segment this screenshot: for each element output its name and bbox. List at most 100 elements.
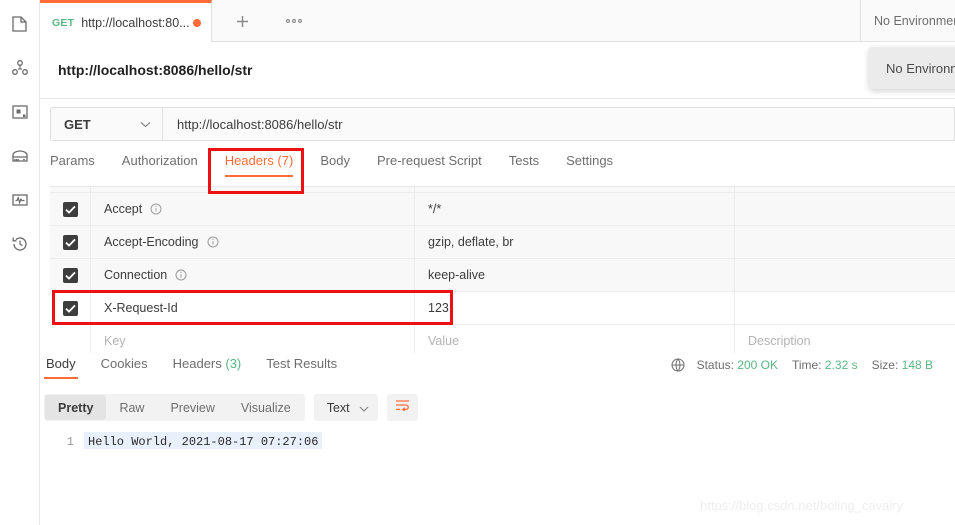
row-checkbox-cell: [50, 187, 91, 192]
response-tab-body[interactable]: Body: [44, 356, 78, 379]
time-label: Time: 2.32 s: [792, 358, 858, 372]
response-body-text: Hello World, 2021-08-17 07:27:06: [84, 432, 323, 449]
watermark: https://blog.csdn.net/boling_cavalry: [700, 498, 904, 513]
response-meta: Status: 200 OK Time: 2.32 s Size: 148 B: [671, 358, 947, 372]
request-title-text: http://localhost:8086/hello/str: [58, 62, 253, 78]
method-selector[interactable]: GET: [50, 107, 162, 141]
request-title: http://localhost:8086/hello/str: [40, 42, 955, 99]
monitors-icon[interactable]: [8, 188, 32, 212]
row-value-cell[interactable]: gzip, deflate, br: [415, 226, 735, 258]
status-value: 200 OK: [737, 358, 778, 372]
row-description-cell[interactable]: [735, 226, 955, 258]
word-wrap-icon: [395, 399, 410, 417]
view-mode-preview[interactable]: Preview: [157, 395, 227, 420]
tab-tests[interactable]: Tests: [509, 153, 539, 177]
row-value-cell[interactable]: */*: [415, 193, 735, 225]
row-key-text: Connection: [104, 268, 168, 282]
response-tab-cookies[interactable]: Cookies: [99, 356, 150, 379]
row-value-cell[interactable]: 123: [415, 292, 735, 324]
row-value-text: */*: [428, 202, 442, 216]
tab-body[interactable]: Body: [320, 153, 350, 177]
row-value-cell: [415, 187, 735, 192]
info-icon[interactable]: [207, 236, 219, 248]
collections-icon[interactable]: [8, 12, 32, 36]
mock-servers-icon[interactable]: [8, 144, 32, 168]
view-mode-visualize[interactable]: Visualize: [228, 395, 304, 420]
response-tab-test-results-label: Test Results: [266, 356, 338, 371]
row-key-cell: [91, 187, 415, 192]
globe-icon: [671, 358, 685, 372]
tab-pre-request-script[interactable]: Pre-request Script: [377, 153, 482, 177]
size-label: Size: 148 B: [872, 358, 933, 372]
info-icon[interactable]: [175, 269, 187, 281]
row-key-cell[interactable]: Accept-Encoding: [91, 226, 415, 258]
apis-icon[interactable]: [8, 56, 32, 80]
table-row[interactable]: Connection keep-alive: [50, 259, 955, 292]
tab-headers[interactable]: Headers (7): [224, 153, 293, 177]
row-key-text: Accept-Encoding: [104, 235, 199, 249]
tab-title: http://localhost:80...: [81, 15, 189, 30]
row-value-text: 123: [428, 301, 449, 315]
new-row-key-input[interactable]: Key: [91, 325, 415, 353]
table-row[interactable]: X-Request-Id 123: [50, 292, 955, 325]
response-tabs: Body Cookies Headers (3) Test Results: [44, 356, 360, 379]
environment-selector[interactable]: No Environment: [860, 0, 955, 42]
table-row-new[interactable]: Key Value Description: [50, 325, 955, 353]
info-icon[interactable]: [150, 203, 162, 215]
url-input-value: http://localhost:8086/hello/str: [177, 116, 343, 132]
table-row[interactable]: Accept-Encoding gzip, deflate, br: [50, 226, 955, 259]
response-tab-headers[interactable]: Headers (3): [171, 356, 244, 379]
new-row-description-input[interactable]: Description: [735, 325, 955, 353]
word-wrap-button[interactable]: [386, 394, 418, 421]
view-mode-pretty-label: Pretty: [58, 400, 94, 415]
view-mode-raw-label: Raw: [119, 400, 145, 415]
row-key-cell[interactable]: Accept: [91, 193, 415, 225]
left-sidebar-rail: [0, 0, 40, 525]
time-value: 2.32 s: [824, 358, 858, 372]
row-description-cell[interactable]: [735, 292, 955, 324]
size-value: 148 B: [901, 358, 933, 372]
row-key-cell[interactable]: Connection: [91, 259, 415, 291]
history-icon[interactable]: [8, 232, 32, 256]
row-checkbox-cell: [50, 193, 91, 225]
row-checkbox[interactable]: [62, 300, 78, 316]
row-checkbox-cell: [50, 292, 91, 324]
new-tab-button[interactable]: [220, 0, 264, 42]
method-label: GET: [64, 116, 91, 132]
tab-params[interactable]: Params: [50, 153, 95, 177]
environment-dropdown-popup[interactable]: No Environment: [869, 47, 955, 89]
response-body-viewer[interactable]: 1 Hello World, 2021-08-17 07:27:06: [50, 432, 955, 472]
tab-authorization-label: Authorization: [121, 153, 198, 168]
table-row[interactable]: Accept */*: [50, 193, 955, 226]
request-tab[interactable]: GET http://localhost:80...: [40, 0, 212, 42]
row-checkbox[interactable]: [62, 201, 78, 217]
row-key-cell[interactable]: X-Request-Id: [91, 292, 415, 324]
new-row-value-input[interactable]: Value: [415, 325, 735, 353]
environment-selector-label: No Environment: [874, 14, 955, 28]
url-bar: GET http://localhost:8086/hello/str: [50, 107, 955, 141]
request-tabs: Params Authorization Headers (7) Body Pr…: [50, 153, 955, 185]
view-mode-raw[interactable]: Raw: [106, 395, 157, 420]
view-mode-pretty[interactable]: Pretty: [45, 395, 107, 420]
environments-icon[interactable]: [8, 100, 32, 124]
row-checkbox[interactable]: [62, 234, 78, 250]
row-checkbox[interactable]: [62, 267, 78, 283]
row-description-cell[interactable]: [735, 193, 955, 225]
url-input[interactable]: http://localhost:8086/hello/str: [162, 107, 955, 141]
tab-settings-label: Settings: [566, 153, 614, 168]
row-value-text: gzip, deflate, br: [428, 235, 514, 249]
tab-options-icon[interactable]: [272, 0, 316, 42]
response-tab-test-results[interactable]: Test Results: [264, 356, 339, 379]
tab-params-label: Params: [50, 153, 95, 168]
line-number: 1: [66, 435, 74, 449]
tab-tests-label: Tests: [508, 153, 540, 168]
tab-authorization[interactable]: Authorization: [122, 153, 198, 177]
row-value-cell[interactable]: keep-alive: [415, 259, 735, 291]
row-description-cell[interactable]: [735, 259, 955, 291]
headers-table: Accept */* Accept-Encoding gzip, deflate…: [50, 186, 955, 353]
response-headers-count: (3): [225, 356, 242, 371]
format-selector[interactable]: Text: [313, 394, 378, 421]
tab-settings[interactable]: Settings: [566, 153, 613, 177]
postman-window: GET http://localhost:80... No Environmen…: [0, 0, 955, 525]
row-checkbox-cell: [50, 259, 91, 291]
